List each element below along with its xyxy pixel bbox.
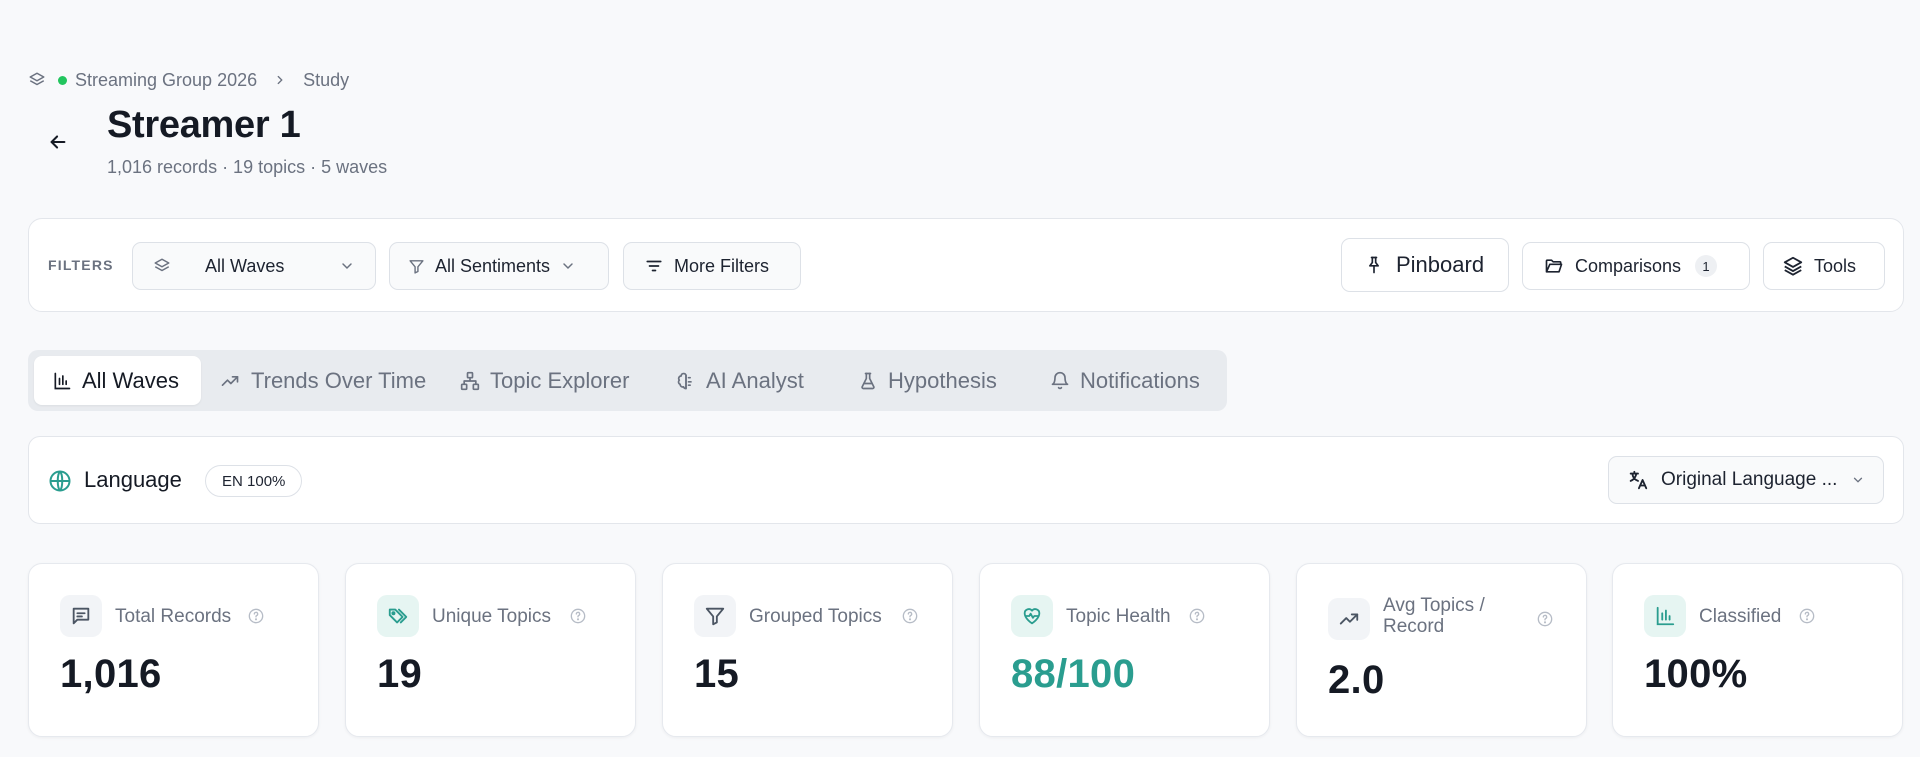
bell-icon <box>1050 371 1070 391</box>
stat-value: 2.0 <box>1328 658 1385 702</box>
stat-label: Avg Topics / Record <box>1383 595 1485 637</box>
filters-bar: FILTERS All Waves All Sentiments More Fi… <box>28 218 1904 312</box>
page-title: Streamer 1 <box>107 104 301 146</box>
network-icon <box>460 371 480 391</box>
tab-label: All Waves <box>82 367 179 393</box>
stat-card-grouped-topics: Grouped Topics 15 <box>662 563 953 737</box>
help-circle-icon[interactable] <box>570 608 586 624</box>
arrow-left-icon <box>47 131 69 153</box>
tab-ai-analyst[interactable]: AI Analyst <box>658 356 828 405</box>
trending-up-icon <box>219 371 241 391</box>
sliders-lines-icon <box>644 257 664 275</box>
tab-topic-explorer[interactable]: Topic Explorer <box>442 356 642 405</box>
tools-label: Tools <box>1814 255 1857 276</box>
tab-label: Notifications <box>1080 367 1200 393</box>
stat-label: Total Records <box>115 606 232 627</box>
stat-card-classified: Classified 100% <box>1612 563 1903 737</box>
stat-card-topic-health: Topic Health 88/100 <box>979 563 1270 737</box>
tab-label: Hypothesis <box>888 367 997 393</box>
tab-notifications[interactable]: Notifications <box>1032 356 1222 405</box>
help-circle-icon[interactable] <box>1537 611 1553 627</box>
pin-icon <box>1364 254 1384 276</box>
more-filters-label: More Filters <box>674 255 770 276</box>
waves-select-value: All Waves <box>205 255 285 276</box>
stat-label: Topic Health <box>1066 606 1171 627</box>
page-subtitle: 1,016 records · 19 topics · 5 waves <box>107 157 388 177</box>
help-circle-icon[interactable] <box>248 608 264 624</box>
tab-label: Trends Over Time <box>251 367 427 393</box>
trending-up-icon <box>1328 598 1370 640</box>
layers-icon <box>1782 255 1804 277</box>
tab-label: Topic Explorer <box>490 367 630 393</box>
filter-icon <box>694 595 736 637</box>
stat-card-avg-topics-per-record: Avg Topics / Record 2.0 <box>1296 563 1587 737</box>
sentiments-select[interactable]: All Sentiments <box>389 242 609 290</box>
help-circle-icon[interactable] <box>902 608 918 624</box>
view-tabs: All Waves Trends Over Time Topic Explore… <box>28 350 1227 411</box>
stat-card-total-records: Total Records 1,016 <box>28 563 319 737</box>
breadcrumb-current: Study <box>303 69 350 90</box>
chevron-down-icon <box>560 258 576 274</box>
layers-icon <box>153 257 171 275</box>
filter-icon <box>408 258 425 275</box>
translate-icon <box>1627 469 1649 491</box>
comparisons-label: Comparisons <box>1575 255 1682 276</box>
chevron-right-icon <box>273 73 287 87</box>
help-circle-icon[interactable] <box>1799 608 1815 624</box>
stat-value: 15 <box>694 652 740 696</box>
tab-label: AI Analyst <box>706 367 804 393</box>
heart-pulse-icon <box>1011 595 1053 637</box>
translation-select-value: Original Language ... <box>1661 469 1838 490</box>
tab-all-waves[interactable]: All Waves <box>34 356 201 405</box>
folder-open-icon <box>1543 256 1565 276</box>
language-bar: Language EN 100% Original Language ... <box>28 436 1904 524</box>
back-button[interactable] <box>44 128 72 156</box>
stat-card-unique-topics: Unique Topics 19 <box>345 563 636 737</box>
stat-value: 100% <box>1644 652 1748 696</box>
bar-chart-icon <box>52 371 72 391</box>
pinboard-button[interactable]: Pinboard <box>1341 238 1509 292</box>
chevron-down-icon <box>1851 473 1865 487</box>
tags-icon <box>377 595 419 637</box>
pinboard-label: Pinboard <box>1396 252 1485 277</box>
filters-label: FILTERS <box>48 257 114 273</box>
language-title: Language <box>84 467 182 492</box>
tab-hypothesis[interactable]: Hypothesis <box>840 356 1020 405</box>
globe-icon <box>48 469 72 493</box>
layers-icon <box>28 71 46 89</box>
help-circle-icon[interactable] <box>1189 608 1205 624</box>
stat-value: 19 <box>377 652 423 696</box>
stat-label: Unique Topics <box>432 606 552 627</box>
comparisons-button[interactable]: Comparisons 1 <box>1522 242 1750 290</box>
bar-chart-icon <box>1644 595 1686 637</box>
stat-label: Classified <box>1699 606 1782 627</box>
breadcrumb: Streaming Group 2026 Study <box>28 68 349 92</box>
tab-trends-over-time[interactable]: Trends Over Time <box>201 356 431 405</box>
stat-value: 1,016 <box>60 652 162 696</box>
translation-language-select[interactable]: Original Language ... <box>1608 456 1884 504</box>
chevron-down-icon <box>339 258 355 274</box>
stat-value: 88/100 <box>1011 652 1136 696</box>
tools-button[interactable]: Tools <box>1763 242 1885 290</box>
flask-icon <box>858 371 878 391</box>
more-filters-button[interactable]: More Filters <box>623 242 801 290</box>
sentiments-select-value: All Sentiments <box>435 255 551 276</box>
breadcrumb-group-link[interactable]: Streaming Group 2026 <box>75 70 257 91</box>
waves-select[interactable]: All Waves <box>132 242 376 290</box>
stat-label: Grouped Topics <box>749 606 882 627</box>
message-square-icon <box>60 595 102 637</box>
brain-icon <box>676 371 696 391</box>
comparisons-count-badge: 1 <box>1695 255 1718 277</box>
language-badge: EN 100% <box>205 465 303 497</box>
status-dot <box>58 75 67 85</box>
